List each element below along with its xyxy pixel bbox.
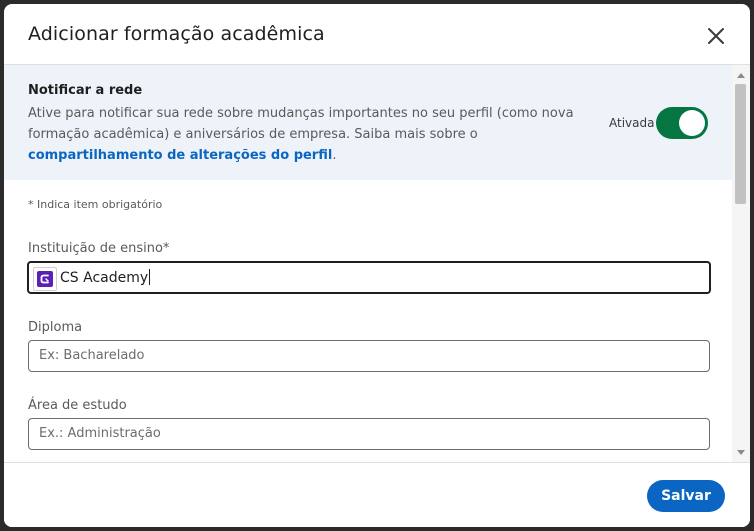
institution-label: Instituição de ensino* <box>28 241 170 256</box>
field-of-study-placeholder: Ex.: Administração <box>39 426 161 441</box>
field-of-study-label: Área de estudo <box>28 398 127 413</box>
notify-description: Ative para notificar sua rede sobre muda… <box>28 103 593 166</box>
text-caret <box>149 269 151 285</box>
cs-academy-logo-icon <box>33 267 57 291</box>
notify-title: Notificar a rede <box>28 83 143 98</box>
notify-description-end: . <box>332 148 337 163</box>
scroll-down-icon <box>737 450 745 455</box>
close-button[interactable] <box>700 20 732 52</box>
scroll-up-icon <box>737 73 745 78</box>
close-icon <box>708 28 724 44</box>
field-of-study-input[interactable]: Ex.: Administração <box>28 418 710 450</box>
profile-sharing-link[interactable]: compartilhamento de alterações do perfil <box>28 148 332 163</box>
dialog-body[interactable]: Notificar a rede Ative para notificar su… <box>4 65 750 462</box>
dialog-header: Adicionar formação acadêmica <box>4 4 750 65</box>
add-education-dialog: Adicionar formação acadêmica Notificar a… <box>4 4 750 527</box>
scroll-up-arrow[interactable] <box>735 69 747 81</box>
notify-network-section: Notificar a rede Ative para notificar su… <box>4 65 732 180</box>
institution-input[interactable]: CS Academy <box>27 261 711 294</box>
save-button[interactable]: Salvar <box>647 480 725 512</box>
degree-placeholder: Ex: Bacharelado <box>39 348 145 363</box>
dialog-title: Adicionar formação acadêmica <box>28 23 325 45</box>
institution-value: CS Academy <box>60 269 151 286</box>
toggle-knob <box>679 110 705 136</box>
scrollbar-thumb[interactable] <box>735 84 746 204</box>
institution-value-text: CS Academy <box>60 270 149 286</box>
scroll-down-arrow[interactable] <box>735 447 747 459</box>
notify-network-toggle[interactable] <box>656 107 708 139</box>
toggle-label: Ativada <box>609 116 655 130</box>
degree-input[interactable]: Ex: Bacharelado <box>28 340 710 372</box>
dialog-footer: Salvar <box>4 462 750 527</box>
notify-description-text: Ative para notificar sua rede sobre muda… <box>28 106 574 142</box>
degree-label: Diploma <box>28 320 83 335</box>
required-note: * Indica item obrigatório <box>28 198 163 211</box>
